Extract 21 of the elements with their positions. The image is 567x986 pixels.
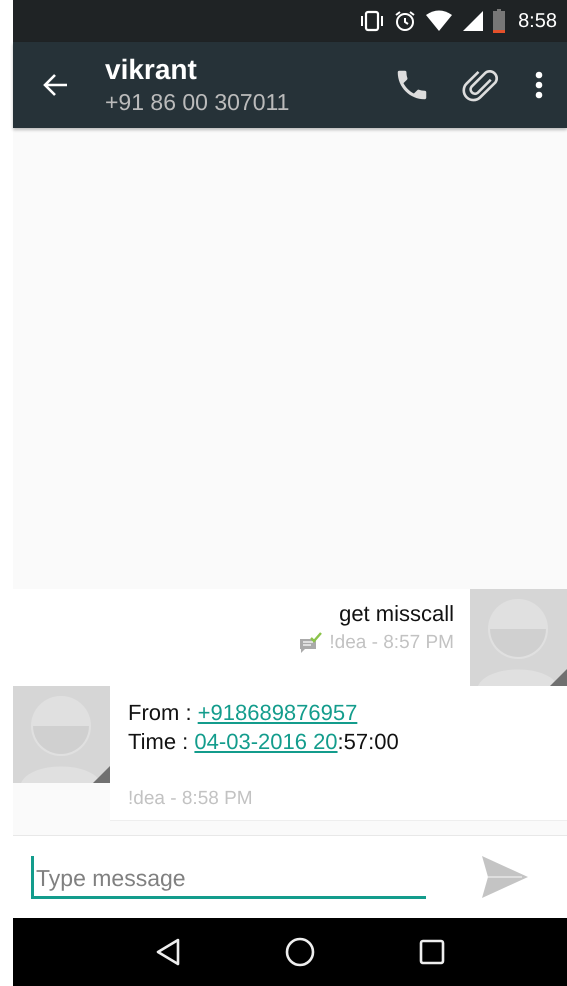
wifi-icon <box>425 10 454 32</box>
back-icon[interactable] <box>155 938 181 966</box>
message-link[interactable]: 04-03-2016 20 <box>194 729 338 754</box>
message-text: get misscall <box>339 600 454 628</box>
vibrate-icon <box>359 10 386 32</box>
more-options-icon[interactable] <box>535 71 543 99</box>
message-text: From : +918689876957 <box>128 699 358 727</box>
message-text: Time : 04-03-2016 20:57:00 <box>128 728 400 756</box>
message-input-field[interactable]: Type message <box>31 856 426 898</box>
clock-time: 8:58 <box>518 10 557 32</box>
message-timestamp: !dea - 8:58 PM <box>128 788 253 810</box>
recents-icon[interactable] <box>419 939 445 965</box>
message-link[interactable]: +918689876957 <box>198 700 358 725</box>
message-timestamp: !dea - 8:57 PM <box>329 632 454 654</box>
contact-name: vikrant <box>105 53 198 87</box>
home-icon[interactable] <box>285 937 315 967</box>
contact-number: +91 86 00 307011 <box>105 88 290 117</box>
back-arrow-icon[interactable] <box>43 73 69 97</box>
alarm-icon <box>394 10 416 32</box>
signal-icon <box>462 10 484 32</box>
battery-icon <box>493 9 506 33</box>
